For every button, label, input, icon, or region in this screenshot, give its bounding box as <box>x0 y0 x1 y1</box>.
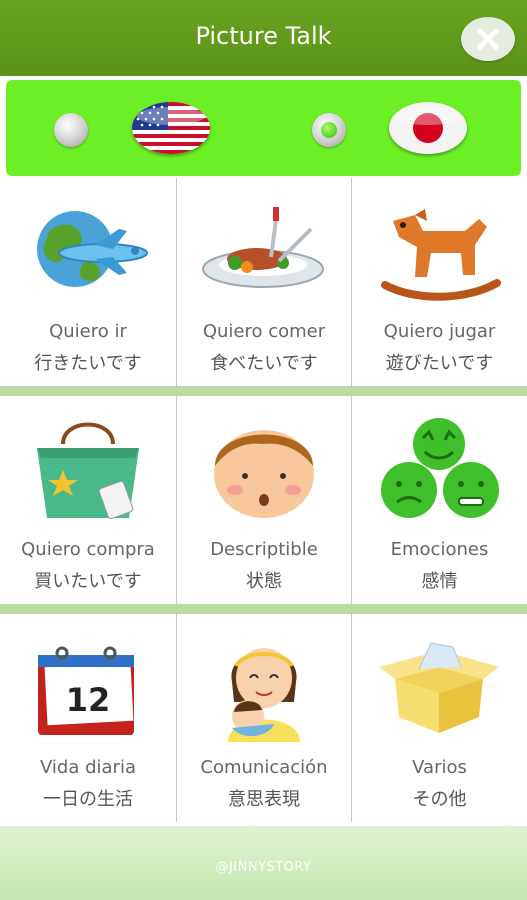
emotion-smileys-icon <box>352 414 527 524</box>
category-label-es: Quiero comer <box>202 321 326 342</box>
open-box-icon <box>352 632 527 742</box>
category-tile[interactable]: Varios その他 <box>352 614 527 822</box>
category-label-es: Comunicación <box>200 757 328 778</box>
divider <box>176 614 177 822</box>
globe-airplane-icon <box>0 196 176 306</box>
divider <box>176 178 177 386</box>
row-separator <box>0 386 527 396</box>
category-tile[interactable]: Quiero compra 買いたいです <box>0 396 176 604</box>
rocking-horse-icon <box>352 196 527 306</box>
close-icon <box>477 28 499 50</box>
category-label-ja: その他 <box>412 789 467 810</box>
category-row: 12 Vida diaria 一日の生活 Comunicación 意思表現 V… <box>0 614 527 822</box>
footer-credit: @JINNYSTORY <box>215 860 312 875</box>
category-label-es: Vida diaria <box>40 757 136 778</box>
food-plate-icon <box>177 196 351 306</box>
category-tile[interactable]: Quiero jugar 遊びたいです <box>352 178 527 386</box>
row-separator <box>0 604 527 614</box>
close-button[interactable] <box>461 17 515 61</box>
category-label-es: Varios <box>412 757 467 778</box>
category-label-es: Quiero ir <box>49 321 127 342</box>
category-label-ja: 一日の生活 <box>43 789 133 810</box>
divider <box>351 614 352 822</box>
category-tile[interactable]: Emociones 感情 <box>352 396 527 604</box>
category-tile[interactable]: Quiero comer 食べたいです <box>177 178 351 386</box>
footer: @JINNYSTORY <box>0 826 527 900</box>
category-row: Quiero ir 行きたいです Quiero comer 食べたいです Qui… <box>0 178 527 386</box>
japan-flag-icon[interactable] <box>389 102 467 154</box>
mother-baby-icon <box>177 632 351 742</box>
japanese-radio[interactable] <box>312 113 346 147</box>
category-label-ja: 買いたいです <box>34 571 142 592</box>
category-label-ja: 遊びたいです <box>385 353 494 374</box>
category-label-es: Emociones <box>390 539 489 560</box>
category-label-es: Quiero jugar <box>383 321 496 342</box>
calendar-date-text: 12 <box>66 681 111 719</box>
category-label-ja: 行きたいです <box>34 353 142 374</box>
category-label-es: Descriptible <box>210 539 318 560</box>
category-tile[interactable]: Descriptible 状態 <box>177 396 351 604</box>
category-label-es: Quiero compra <box>21 539 155 560</box>
us-flag-icon[interactable] <box>132 102 210 154</box>
category-tile[interactable]: Comunicación 意思表現 <box>177 614 351 822</box>
category-tile[interactable]: Quiero ir 行きたいです <box>0 178 176 386</box>
divider <box>351 178 352 386</box>
category-tile[interactable]: 12 Vida diaria 一日の生活 <box>0 614 176 822</box>
category-label-ja: 感情 <box>421 571 458 592</box>
shopping-bag-icon <box>0 414 176 524</box>
category-label-ja: 状態 <box>246 571 282 592</box>
category-row: Quiero compra 買いたいです Descriptible 状態 Emo… <box>0 396 527 604</box>
category-label-ja: 食べたいです <box>210 353 318 374</box>
category-label-ja: 意思表現 <box>228 789 300 810</box>
app-title: Picture Talk <box>195 22 332 50</box>
title-bar: Picture Talk <box>0 0 527 76</box>
english-radio[interactable] <box>54 113 88 147</box>
boy-face-icon <box>177 414 351 524</box>
calendar-icon: 12 <box>0 632 176 742</box>
divider <box>351 396 352 604</box>
divider <box>176 396 177 604</box>
language-selector <box>6 80 521 176</box>
